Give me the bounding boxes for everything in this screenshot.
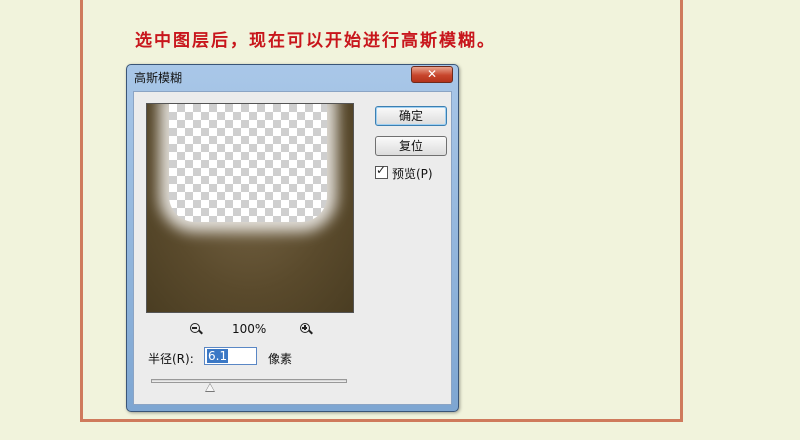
preview-checkbox[interactable]: ✓: [375, 163, 388, 179]
zoom-in-icon[interactable]: [300, 323, 313, 335]
close-button[interactable]: ✕: [411, 66, 453, 83]
transparency-checkerboard: [169, 104, 327, 222]
radius-label: 半径(R):: [148, 352, 194, 366]
zoom-level: 100%: [232, 322, 267, 336]
gaussian-blur-dialog: 高斯模糊 ✕ 100% 确定 复位 ✓ 预览(P) 半径(R): 6.1 像素: [126, 64, 459, 412]
checkmark-icon: ✓: [376, 163, 387, 177]
dialog-titlebar[interactable]: 高斯模糊 ✕: [127, 65, 458, 87]
radius-unit: 像素: [268, 352, 293, 366]
radius-value: 6.1: [207, 349, 229, 363]
blur-preview-image[interactable]: [146, 103, 354, 313]
dialog-body: 100% 确定 复位 ✓ 预览(P) 半径(R): 6.1 像素: [133, 91, 452, 405]
radius-slider-thumb[interactable]: [204, 383, 215, 392]
reset-button[interactable]: 复位: [375, 136, 447, 156]
radius-input[interactable]: 6.1: [204, 347, 257, 365]
zoom-controls: 100%: [146, 321, 354, 339]
preview-label: 预览(P): [392, 167, 433, 181]
dialog-title: 高斯模糊: [134, 71, 183, 85]
ok-button[interactable]: 确定: [375, 106, 447, 126]
zoom-out-icon[interactable]: [190, 323, 203, 335]
instruction-caption: 选中图层后，现在可以开始进行高斯模糊。: [135, 31, 496, 51]
radius-slider-track[interactable]: [151, 379, 347, 383]
preview-checkbox-row[interactable]: ✓ 预览(P): [375, 163, 433, 182]
